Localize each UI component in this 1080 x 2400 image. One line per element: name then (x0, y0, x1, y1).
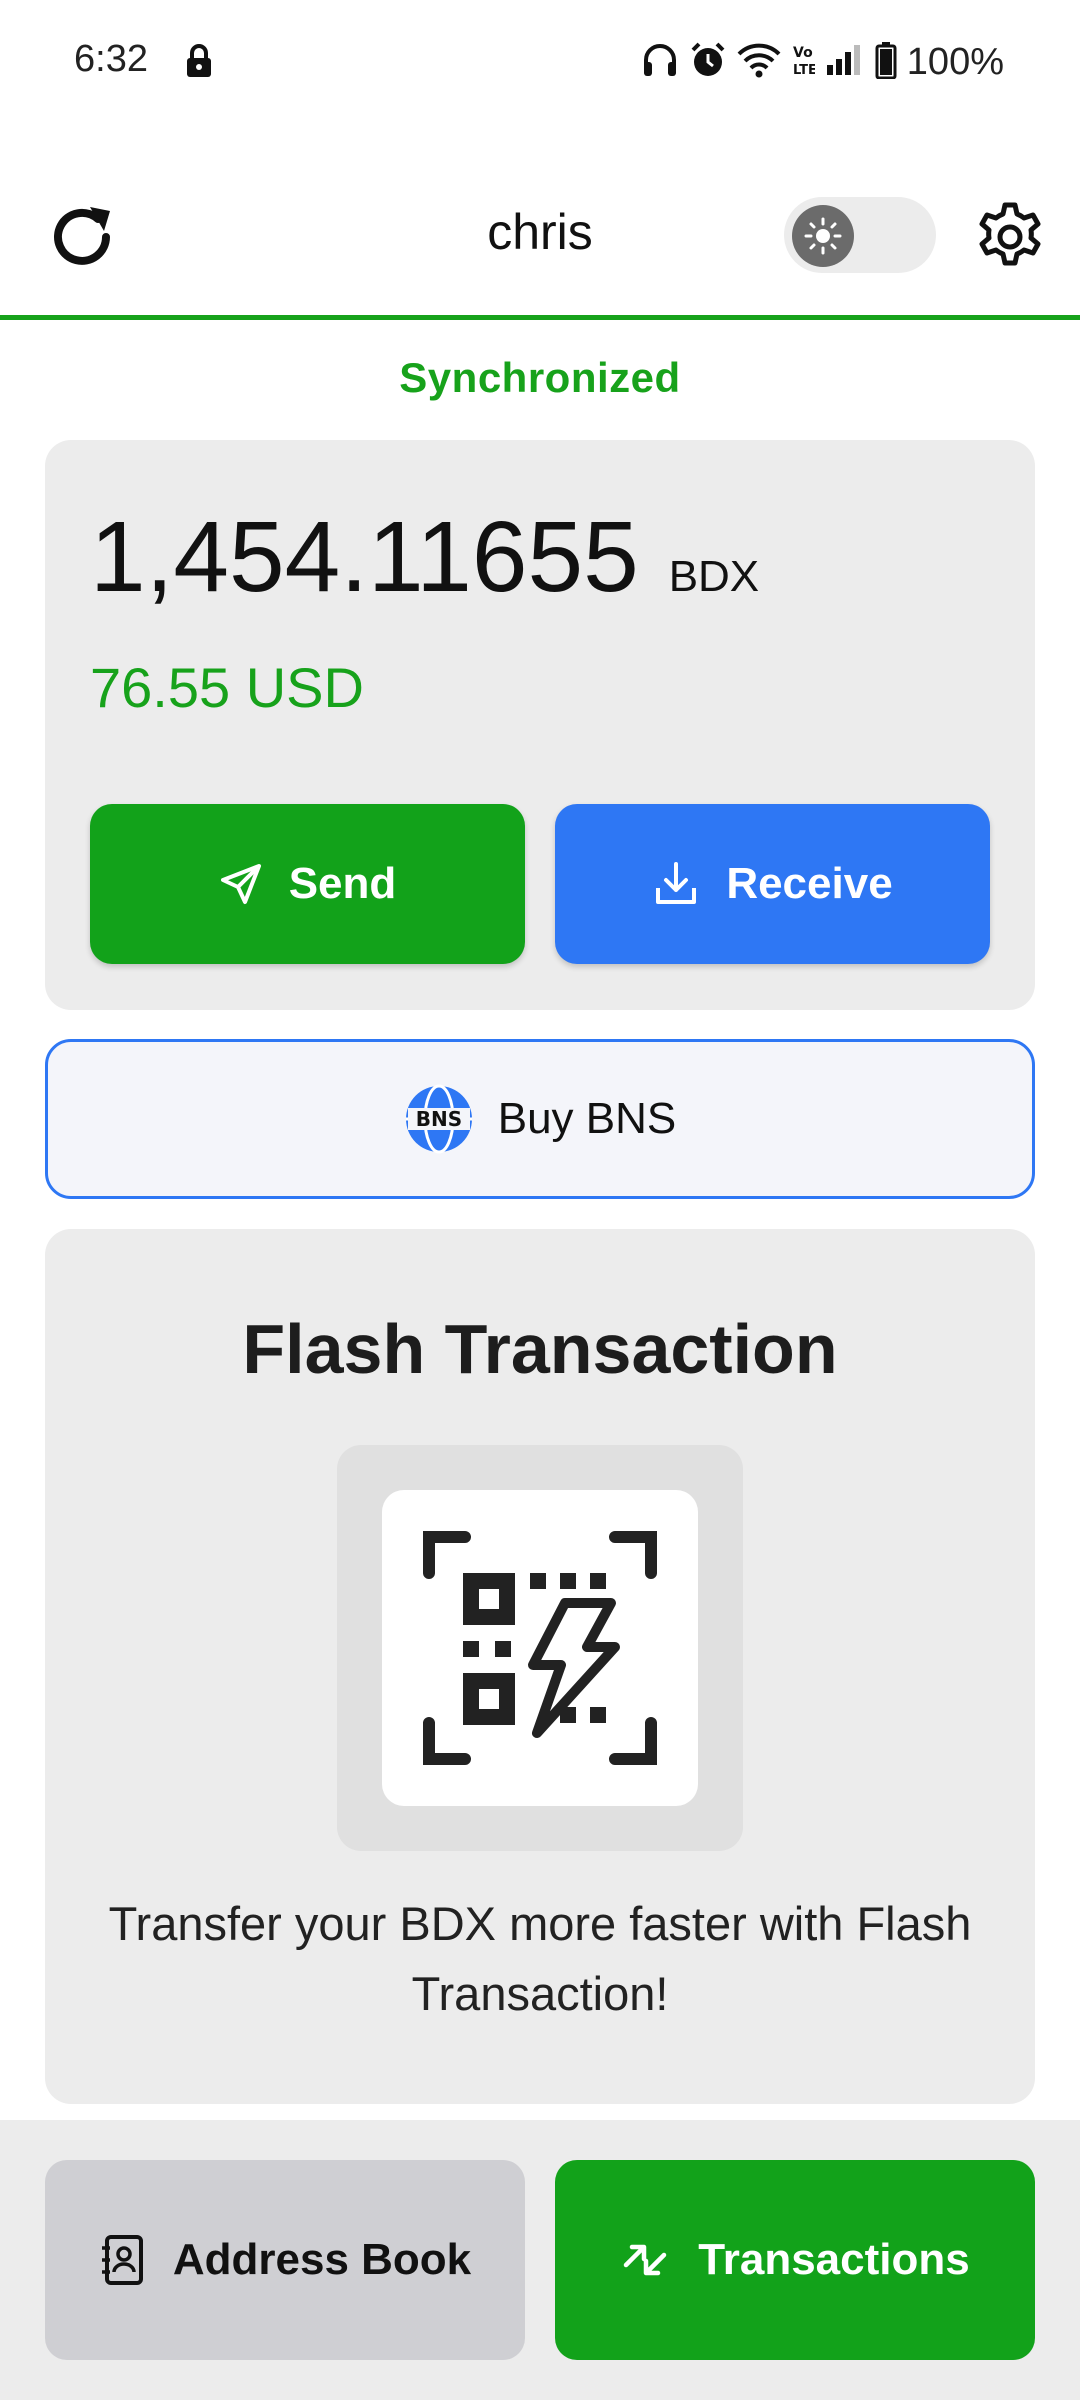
send-button[interactable]: Send (90, 804, 525, 964)
battery-icon (875, 41, 897, 84)
bottom-bar: Address Book Transactions (0, 2120, 1080, 2400)
flash-description: Transfer your BDX more faster with Flash… (108, 1897, 972, 2020)
buy-bns-button[interactable]: BNS Buy BNS (45, 1039, 1035, 1199)
svg-text:LTE: LTE (793, 63, 815, 78)
transactions-label: Transactions (698, 2235, 970, 2284)
battery-percentage: 100% (906, 40, 1004, 83)
settings-button[interactable] (970, 197, 1050, 277)
receive-button[interactable]: Receive (555, 804, 990, 964)
download-icon (656, 862, 697, 904)
alarm-icon (689, 41, 727, 84)
transactions-button[interactable]: Transactions (555, 2160, 1035, 2360)
flash-icon-container (337, 1445, 743, 1851)
address-book-button[interactable]: Address Book (45, 2160, 525, 2360)
status-bar: 6:32 Vo LTE 100% (0, 0, 1080, 124)
balance-amount: 1,454.11655 BDX (90, 500, 759, 615)
balance-card: 1,454.11655 BDX 76.55 USD Send Receive (45, 440, 1035, 1010)
headphones-icon (641, 42, 679, 83)
theme-toggle-knob (792, 205, 854, 267)
address-book-label: Address Book (172, 2235, 472, 2284)
sync-status: Synchronized (399, 354, 681, 401)
bns-logo-icon: BNS (405, 1084, 472, 1154)
refresh-icon (54, 207, 110, 265)
theme-toggle[interactable] (784, 197, 936, 273)
svg-text:BNS: BNS (416, 1107, 462, 1131)
header: chris (0, 175, 1080, 317)
transfer-arrows-icon (624, 2244, 667, 2276)
balance-fiat: 76.55 USD (90, 656, 364, 719)
svg-text:Vo: Vo (793, 45, 813, 61)
balance-unit: BDX (668, 552, 760, 601)
address-book-icon (101, 2235, 143, 2285)
balance-value: 1,454.11655 (90, 501, 639, 613)
status-time: 6:32 (74, 38, 148, 80)
wifi-icon (737, 42, 781, 83)
header-divider (0, 315, 1080, 320)
sun-icon (804, 217, 842, 255)
buy-bns-label: Buy BNS (497, 1094, 677, 1143)
lock-icon (184, 44, 214, 78)
flash-title: Flash Transaction (242, 1310, 838, 1388)
receive-label: Receive (726, 859, 893, 908)
flash-icon-tile (382, 1490, 698, 1806)
volte-icon: Vo LTE (791, 42, 817, 83)
signal-icon (825, 43, 865, 82)
gear-icon (979, 202, 1041, 266)
qr-flash-icon (423, 1531, 657, 1765)
flash-transaction-card[interactable]: Flash Transaction Transfer your BDX more… (45, 1229, 1035, 2104)
send-icon (220, 864, 261, 904)
refresh-button[interactable] (42, 195, 126, 279)
wallet-name: chris (487, 204, 593, 260)
send-label: Send (288, 859, 397, 908)
status-icons: Vo LTE 100% (641, 38, 1004, 86)
